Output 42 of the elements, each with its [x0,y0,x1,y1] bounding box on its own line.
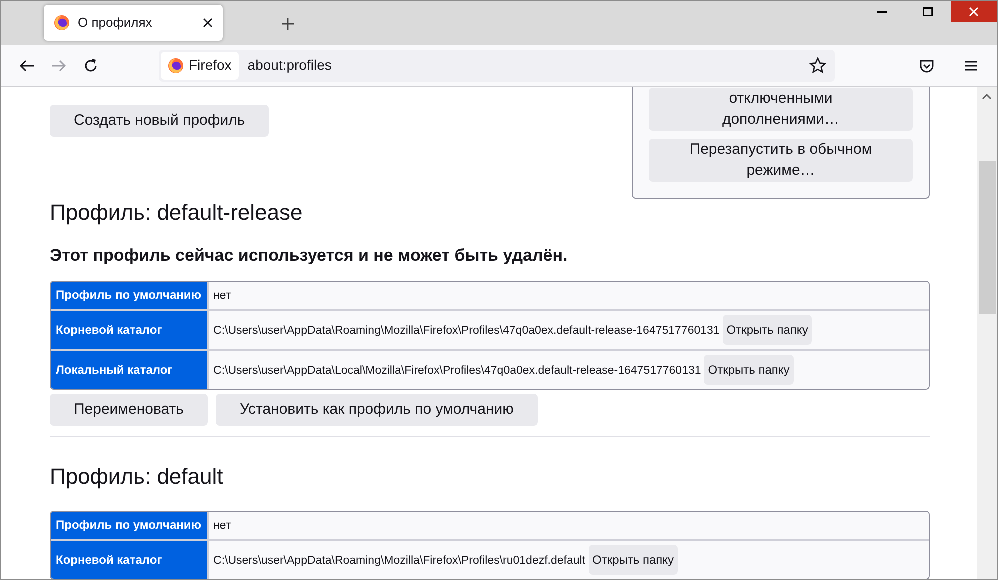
path-value: C:\Users\user\AppData\Roaming\Mozilla\Firefox\Profiles\47q0a0ex.default-release-1647517760131 [214,324,720,337]
close-icon[interactable] [203,18,213,28]
firefox-icon [54,15,70,31]
row-label: Корневой каталог [51,541,209,579]
open-folder-button[interactable]: Открыть папку [588,545,678,575]
profile-action-button[interactable]: Установить как профиль по умолчанию [216,394,538,426]
reload-icon [83,58,99,74]
scroll-up-icon[interactable] [982,93,992,101]
profile-heading: Профиль: default-release [50,199,304,227]
pocket-icon [919,58,935,74]
back-icon [19,58,35,74]
url-text: about:profiles [248,56,333,75]
open-folder-button[interactable]: Открыть папку [722,314,812,345]
path-value: C:\Users\user\AppData\Roaming\Mozilla\Firefox\Profiles\ru01dezf.default [214,555,586,567]
new-tab-icon[interactable] [281,17,295,31]
restart-button[interactable]: отключенными дополнениями… [649,88,913,131]
address-bar[interactable]: Firefox about:profiles [159,50,835,82]
close-button[interactable] [951,1,997,22]
minimize-icon [877,10,887,12]
star-icon[interactable] [809,56,827,74]
profile-notice: Этот профиль сейчас используется и не может быть удалён. [50,245,569,267]
row-label: Профиль по умолчанию [51,512,209,541]
browser-tab[interactable]: О профилях [44,5,223,41]
create-profile-button[interactable]: Создать новый профиль [50,105,270,137]
forward-icon [51,58,67,74]
scroll-thumb[interactable] [978,161,996,314]
path-value: нет [214,520,232,532]
profile-action-button[interactable]: Переименовать [50,394,208,426]
profile-heading: Профиль: default [50,462,224,491]
row-label: Локальный каталог [51,350,209,389]
firefox-icon [168,58,184,74]
path-value: C:\Users\user\AppData\Local\Mozilla\Firefox\Profiles\47q0a0ex.default-release-1647517760131 [214,364,702,377]
close-icon [969,6,979,16]
maximize-icon [923,6,933,16]
path-value: нет [214,290,232,302]
identity-box[interactable]: Firefox [161,52,239,80]
row-label: Корневой каталог [51,310,209,351]
tab-title: О профилях [78,14,154,32]
scrollbar[interactable] [977,87,997,579]
open-folder-button[interactable]: Открыть папку [704,354,794,385]
restart-button[interactable]: Перезапустить в обычном режиме… [649,139,913,182]
row-label: Профиль по умолчанию [51,282,209,311]
